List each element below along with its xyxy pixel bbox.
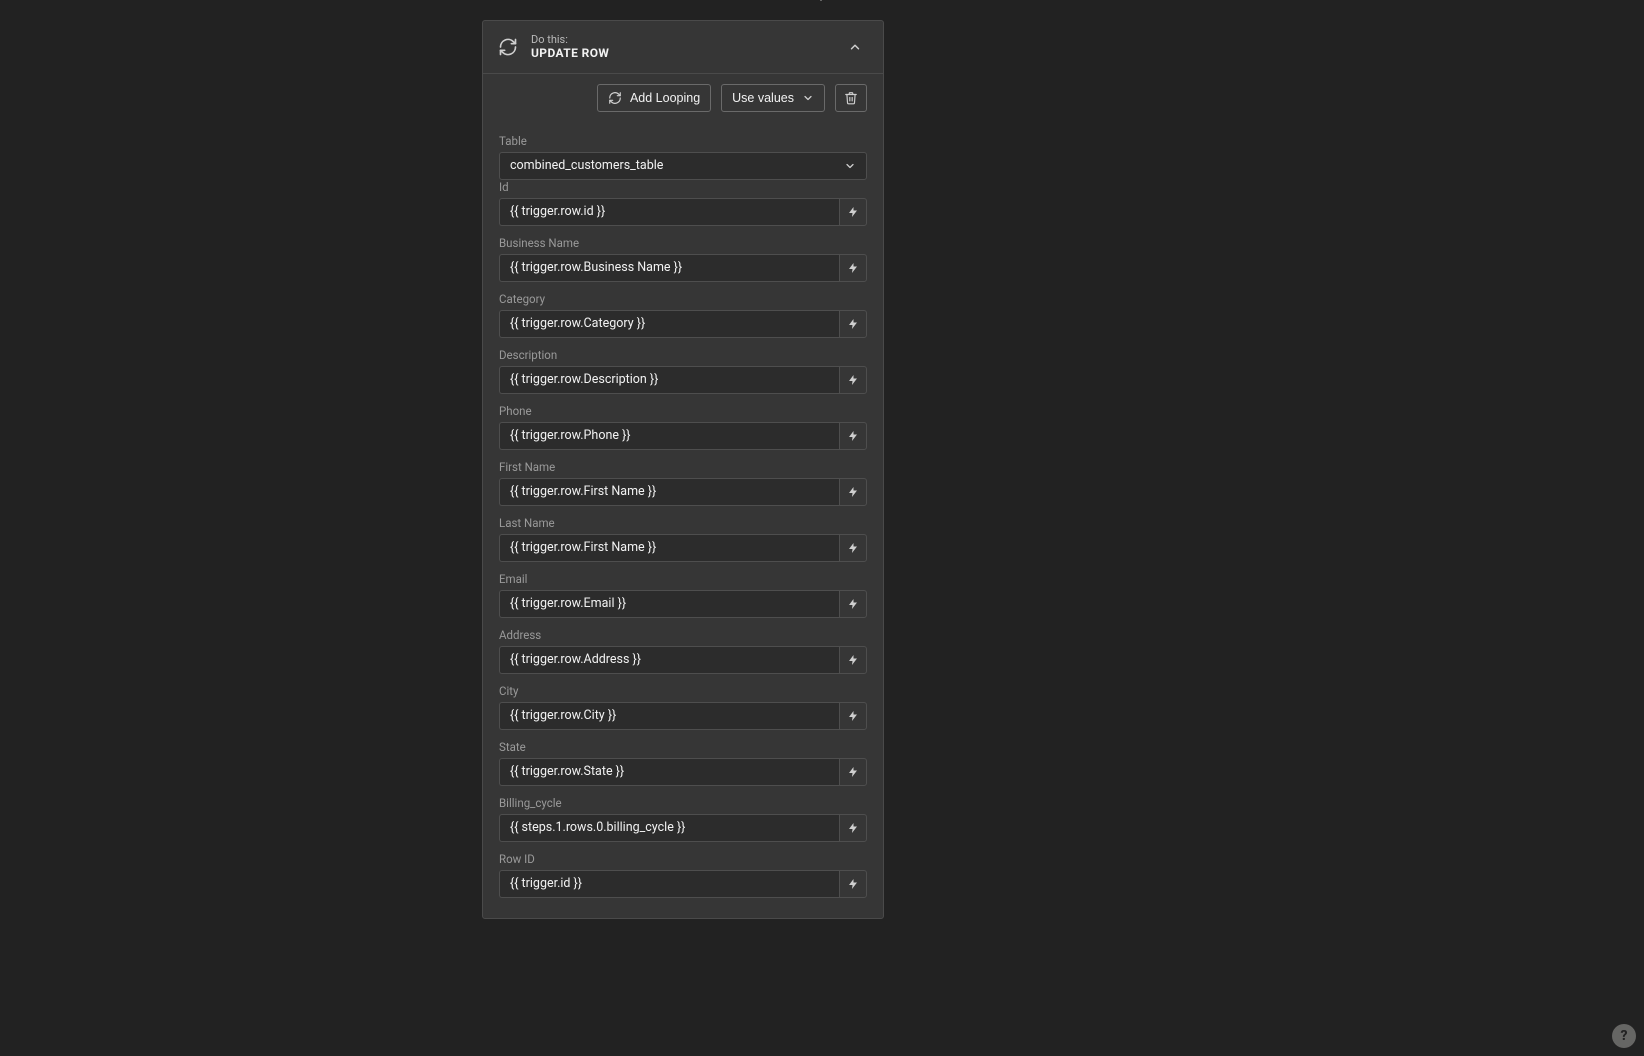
chevron-down-icon bbox=[844, 160, 856, 172]
mapped-field: Description {{ trigger.row.Description }… bbox=[499, 348, 867, 394]
dynamic-value-button[interactable] bbox=[839, 758, 867, 786]
field-label: Email bbox=[499, 572, 867, 586]
header-title: UPDATE ROW bbox=[531, 46, 609, 60]
field-input[interactable]: {{ trigger.row.State }} bbox=[499, 758, 839, 786]
field-input[interactable]: {{ trigger.row.Description }} bbox=[499, 366, 839, 394]
panel-header: Do this: UPDATE ROW bbox=[483, 21, 883, 74]
dynamic-value-button[interactable] bbox=[839, 814, 867, 842]
lightning-icon bbox=[847, 597, 859, 611]
chevron-down-icon bbox=[802, 92, 814, 104]
header-subtitle: Do this: bbox=[531, 33, 609, 46]
field-input[interactable]: {{ trigger.row.City }} bbox=[499, 702, 839, 730]
mapped-field: Category {{ trigger.row.Category }} bbox=[499, 292, 867, 338]
action-step-panel: Do this: UPDATE ROW bbox=[482, 20, 884, 919]
field-input[interactable]: {{ trigger.id }} bbox=[499, 870, 839, 898]
mapped-field: State {{ trigger.row.State }} bbox=[499, 740, 867, 786]
help-icon: ? bbox=[1620, 1028, 1627, 1044]
field-label: Address bbox=[499, 628, 867, 642]
lightning-icon bbox=[847, 541, 859, 555]
table-select[interactable]: combined_customers_table bbox=[499, 152, 867, 180]
mapped-field: Id {{ trigger.row.id }} bbox=[499, 180, 867, 226]
refresh-icon bbox=[497, 36, 519, 58]
mapped-field: First Name {{ trigger.row.First Name }} bbox=[499, 460, 867, 506]
use-values-dropdown[interactable]: Use values bbox=[721, 84, 825, 112]
field-input[interactable]: {{ steps.1.rows.0.billing_cycle }} bbox=[499, 814, 839, 842]
lightning-icon bbox=[847, 709, 859, 723]
mapped-field: Billing_cycle {{ steps.1.rows.0.billing_… bbox=[499, 796, 867, 842]
lightning-icon bbox=[847, 765, 859, 779]
table-field: Table combined_customers_table bbox=[499, 134, 867, 180]
field-label: State bbox=[499, 740, 867, 754]
dynamic-value-button[interactable] bbox=[839, 534, 867, 562]
mapped-field: Business Name {{ trigger.row.Business Na… bbox=[499, 236, 867, 282]
panel-drag-handle[interactable]: ⋮ bbox=[815, 0, 829, 2]
mapped-field: Row ID {{ trigger.id }} bbox=[499, 852, 867, 898]
field-label: Billing_cycle bbox=[499, 796, 867, 810]
field-input[interactable]: {{ trigger.row.Business Name }} bbox=[499, 254, 839, 282]
dynamic-value-button[interactable] bbox=[839, 590, 867, 618]
dynamic-value-button[interactable] bbox=[839, 254, 867, 282]
lightning-icon bbox=[847, 877, 859, 891]
lightning-icon bbox=[847, 429, 859, 443]
add-looping-label: Add Looping bbox=[630, 91, 700, 105]
use-values-label: Use values bbox=[732, 91, 794, 105]
mapped-field: Email {{ trigger.row.Email }} bbox=[499, 572, 867, 618]
mapped-field: Last Name {{ trigger.row.First Name }} bbox=[499, 516, 867, 562]
collapse-button[interactable] bbox=[843, 35, 867, 59]
field-label: Description bbox=[499, 348, 867, 362]
dynamic-value-button[interactable] bbox=[839, 366, 867, 394]
field-input[interactable]: {{ trigger.row.Category }} bbox=[499, 310, 839, 338]
field-label: Business Name bbox=[499, 236, 867, 250]
add-looping-button[interactable]: Add Looping bbox=[597, 84, 711, 112]
field-input[interactable]: {{ trigger.row.First Name }} bbox=[499, 534, 839, 562]
lightning-icon bbox=[847, 373, 859, 387]
lightning-icon bbox=[847, 821, 859, 835]
mapped-field: City {{ trigger.row.City }} bbox=[499, 684, 867, 730]
dynamic-value-button[interactable] bbox=[839, 870, 867, 898]
field-label: Row ID bbox=[499, 852, 867, 866]
dynamic-value-button[interactable] bbox=[839, 310, 867, 338]
loop-icon bbox=[608, 91, 622, 105]
field-label: Id bbox=[499, 180, 867, 194]
dynamic-value-button[interactable] bbox=[839, 198, 867, 226]
field-input[interactable]: {{ trigger.row.Address }} bbox=[499, 646, 839, 674]
lightning-icon bbox=[847, 317, 859, 331]
table-select-value: combined_customers_table bbox=[510, 158, 663, 173]
trash-icon bbox=[844, 91, 858, 105]
dynamic-value-button[interactable] bbox=[839, 422, 867, 450]
field-label: Category bbox=[499, 292, 867, 306]
dynamic-value-button[interactable] bbox=[839, 478, 867, 506]
field-input[interactable]: {{ trigger.row.First Name }} bbox=[499, 478, 839, 506]
field-label: Last Name bbox=[499, 516, 867, 530]
lightning-icon bbox=[847, 485, 859, 499]
field-input[interactable]: {{ trigger.row.Email }} bbox=[499, 590, 839, 618]
mapped-field: Phone {{ trigger.row.Phone }} bbox=[499, 404, 867, 450]
field-label: First Name bbox=[499, 460, 867, 474]
lightning-icon bbox=[847, 653, 859, 667]
lightning-icon bbox=[847, 205, 859, 219]
help-button[interactable]: ? bbox=[1612, 1024, 1636, 1048]
field-label: City bbox=[499, 684, 867, 698]
table-field-label: Table bbox=[499, 134, 867, 148]
dynamic-value-button[interactable] bbox=[839, 646, 867, 674]
mapped-field: Address {{ trigger.row.Address }} bbox=[499, 628, 867, 674]
field-input[interactable]: {{ trigger.row.Phone }} bbox=[499, 422, 839, 450]
dynamic-value-button[interactable] bbox=[839, 702, 867, 730]
chevron-up-icon bbox=[848, 40, 862, 54]
lightning-icon bbox=[847, 261, 859, 275]
field-input[interactable]: {{ trigger.row.id }} bbox=[499, 198, 839, 226]
panel-toolbar: Add Looping Use values bbox=[499, 84, 867, 124]
delete-step-button[interactable] bbox=[835, 84, 867, 112]
field-label: Phone bbox=[499, 404, 867, 418]
